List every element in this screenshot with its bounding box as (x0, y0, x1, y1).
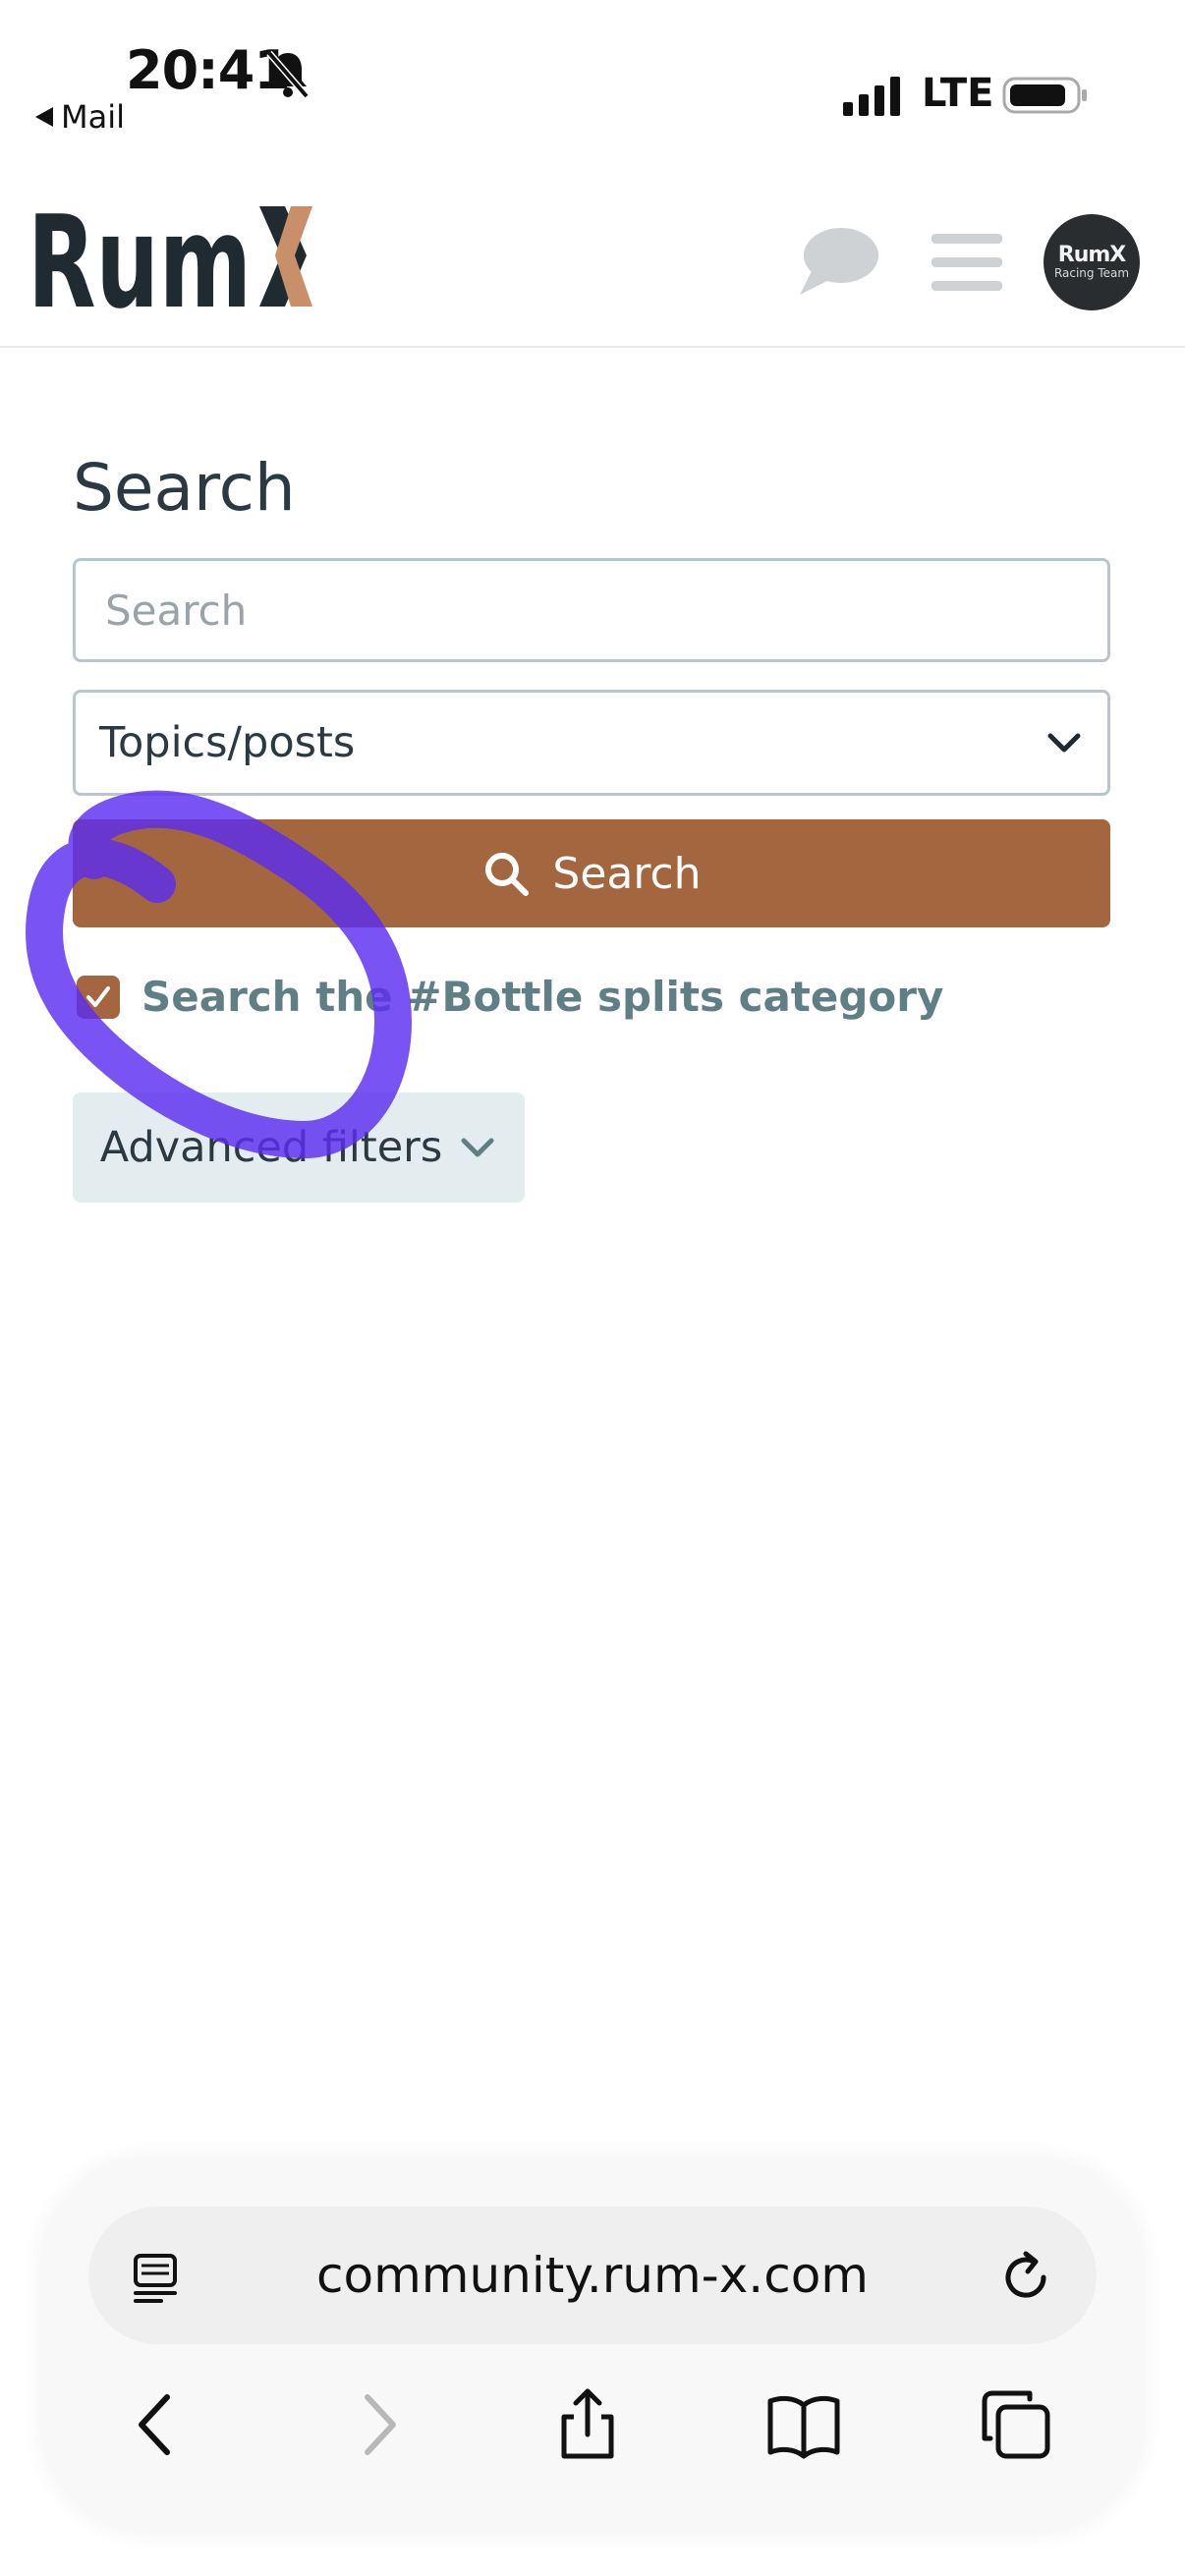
rumx-logo: Rum (28, 196, 312, 324)
chevron-down-icon (461, 1138, 494, 1157)
back-to-app-link[interactable]: Mail (35, 98, 125, 136)
search-button-label: Search (552, 848, 702, 899)
bookmarks-icon[interactable] (766, 2387, 841, 2462)
checkmark-icon (86, 985, 110, 1007)
url-text: community.rum-x.com (316, 2247, 869, 2304)
site-logo[interactable]: Rum (28, 196, 322, 324)
battery-icon (1002, 77, 1087, 114)
search-input[interactable] (73, 558, 1110, 662)
back-triangle-icon (35, 107, 53, 127)
bell-slash-icon (266, 50, 310, 99)
hamburger-menu-icon[interactable] (931, 232, 1002, 293)
search-type-value: Topics/posts (99, 718, 356, 767)
tabs-icon[interactable] (979, 2387, 1053, 2462)
magnifier-icon (485, 853, 530, 896)
address-bar[interactable]: community.rum-x.com (88, 2207, 1097, 2344)
carrier-label: LTE (922, 71, 994, 116)
chat-bubble-icon[interactable] (798, 224, 880, 299)
user-avatar[interactable]: RumX Racing Team (1044, 214, 1140, 310)
advanced-filters-button[interactable]: Advanced filters (73, 1092, 525, 1203)
category-checkbox-label: Search the #Bottle splits category (141, 973, 944, 1021)
back-app-label: Mail (61, 98, 125, 136)
forward-arrow-icon[interactable] (342, 2387, 417, 2462)
category-checkbox[interactable] (77, 975, 120, 1019)
back-arrow-icon[interactable] (118, 2387, 193, 2462)
signal-icon (843, 77, 900, 116)
reload-icon[interactable] (1000, 2250, 1053, 2303)
avatar-subtext: Racing Team (1053, 265, 1130, 280)
avatar-logo-text: RumX (1057, 242, 1126, 267)
category-filter-row[interactable]: Search the #Bottle splits category (77, 973, 943, 1021)
search-button[interactable]: Search (73, 819, 1110, 927)
header-divider (0, 346, 1185, 348)
chevron-down-icon (1047, 733, 1081, 753)
page-title: Search (73, 450, 296, 526)
svg-text:Rum: Rum (28, 196, 252, 324)
advanced-filters-label: Advanced filters (99, 1123, 443, 1172)
share-icon[interactable] (550, 2387, 625, 2462)
search-type-select[interactable]: Topics/posts (73, 690, 1110, 796)
